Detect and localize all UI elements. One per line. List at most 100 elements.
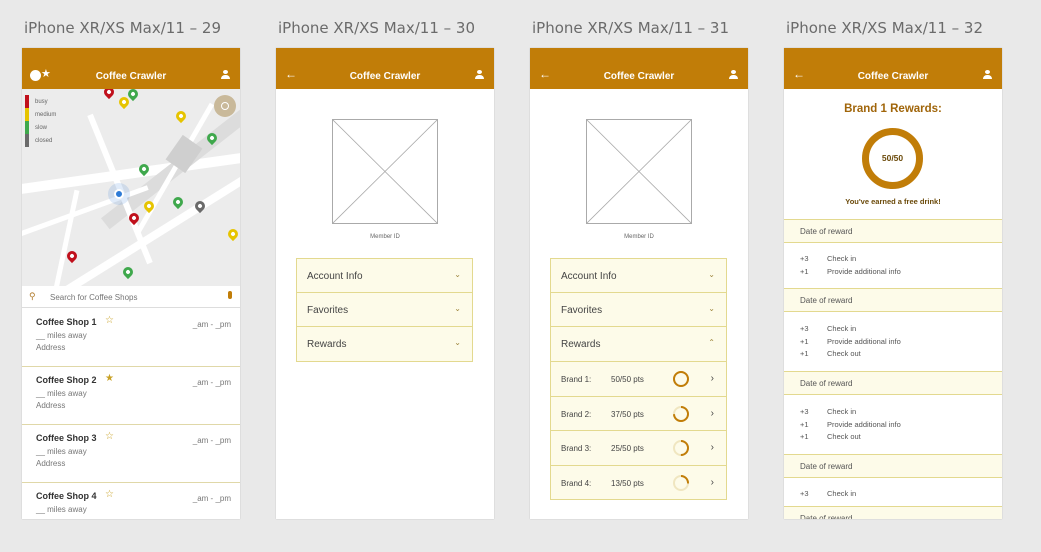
reward-entries: +3 Check in +1 Provide additional info +1 C… xyxy=(784,323,1002,361)
chevron-down-icon: ⌄ xyxy=(708,270,715,279)
shop-distance: __ miles away xyxy=(36,389,87,398)
app-title: Coffee Crawler xyxy=(349,71,421,82)
entry-points: +3 xyxy=(800,489,809,498)
legend-busy: busy xyxy=(35,98,48,105)
progress-ring xyxy=(673,405,689,422)
search-icon: ⚲ xyxy=(29,291,36,301)
shop-distance: __ miles away xyxy=(36,505,87,514)
progress-ring xyxy=(673,440,689,456)
user-icon[interactable] xyxy=(475,70,484,79)
entry-points: +3 xyxy=(800,254,809,263)
current-location-marker xyxy=(114,189,124,199)
entry-desc: Check in xyxy=(827,489,857,498)
entry-points: +1 xyxy=(800,349,809,358)
favorites-section[interactable]: Favorites ⌄ xyxy=(551,293,726,327)
shop-name: Coffee Shop 2 xyxy=(36,375,97,385)
legend-slow: slow xyxy=(35,124,48,131)
artboard-label-31: iPhone XR/XS Max/11 – 31 xyxy=(532,19,729,37)
user-icon[interactable] xyxy=(729,70,738,79)
reward-entry: +1 Check out xyxy=(784,431,1002,444)
star-outline-icon[interactable]: ☆ xyxy=(105,489,114,500)
shop-address: Address xyxy=(36,459,66,468)
rewards-title: Brand 1 Rewards: xyxy=(844,103,942,115)
brand-reward-row[interactable]: Brand 1: 50/50 pts › xyxy=(551,361,726,396)
user-icon[interactable] xyxy=(983,70,992,79)
chevron-down-icon: ⌄ xyxy=(454,304,461,313)
chevron-right-icon: › xyxy=(710,442,714,453)
app-title: Coffee Crawler xyxy=(857,71,929,82)
shop-distance: __ miles away xyxy=(36,447,87,456)
account-info-section[interactable]: Account Info ⌄ xyxy=(551,259,726,293)
section-label: Rewards xyxy=(561,339,601,350)
date-label: Date of reward xyxy=(800,296,853,305)
app-header: ← Coffee Crawler xyxy=(276,48,494,89)
section-label: Favorites xyxy=(561,305,603,316)
account-info-section[interactable]: Account Info ⌄ xyxy=(297,259,472,293)
map-pin-busy[interactable] xyxy=(64,248,80,264)
entry-points: +1 xyxy=(800,419,809,429)
entry-points: +1 xyxy=(800,336,809,346)
star-outline-icon[interactable]: ☆ xyxy=(105,315,114,326)
artboard-label-30: iPhone XR/XS Max/11 – 30 xyxy=(278,19,475,37)
map-pin-busy[interactable] xyxy=(101,89,117,100)
rewards-section[interactable]: Rewards ⌄ xyxy=(297,327,472,361)
profile-rewards-screen: ← Coffee Crawler Member ID Account Info ⌄… xyxy=(530,48,748,519)
shop-name: Coffee Shop 4 xyxy=(36,491,97,501)
ring-text: 50/50 xyxy=(881,153,904,163)
artboard-label-32: iPhone XR/XS Max/11 – 32 xyxy=(786,19,983,37)
brand-reward-row[interactable]: Brand 3: 25/50 pts › xyxy=(551,430,726,465)
section-label: Favorites xyxy=(307,305,349,316)
app-title: Coffee Crawler xyxy=(603,71,675,82)
brand-points: 25/50 pts xyxy=(611,444,644,453)
date-label: Date of reward xyxy=(800,379,853,388)
artboard-label-29: iPhone XR/XS Max/11 – 29 xyxy=(24,19,221,37)
map-pin-slow[interactable] xyxy=(120,264,136,280)
map-pin-medium[interactable] xyxy=(225,226,240,242)
earned-message: You've earned a free drink! xyxy=(845,197,941,206)
entry-desc: Provide additional info xyxy=(827,419,901,429)
entry-desc: Check in xyxy=(827,407,857,416)
map-pin-medium[interactable] xyxy=(173,108,189,124)
reward-entry: +1 Check out xyxy=(784,348,1002,361)
brand-reward-row[interactable]: Brand 4: 13/50 pts › xyxy=(551,464,726,500)
map-view[interactable]: busy medium slow closed xyxy=(22,89,240,286)
chevron-up-icon: ⌃ xyxy=(708,338,715,347)
chevron-right-icon: › xyxy=(710,373,714,384)
brand-label: Brand 1: xyxy=(561,375,592,384)
microphone-icon[interactable] xyxy=(228,291,232,299)
section-label: Account Info xyxy=(561,271,617,282)
favorites-section[interactable]: Favorites ⌄ xyxy=(297,293,472,327)
legend-closed: closed xyxy=(35,137,53,144)
shop-hours: _am - _pm xyxy=(192,320,231,329)
brand-label: Brand 4: xyxy=(561,478,592,488)
brand-label: Brand 3: xyxy=(561,444,592,453)
entry-points: +3 xyxy=(800,324,809,333)
entry-points: +1 xyxy=(800,432,809,441)
user-icon[interactable] xyxy=(221,70,230,79)
shop-hours: _am - _pm xyxy=(192,436,231,445)
list-item[interactable]: Coffee Shop 4 ☆ _am - _pm __ miles away xyxy=(22,483,240,519)
map-legend: busy medium slow closed xyxy=(25,95,56,147)
brand-points: 50/50 pts xyxy=(611,375,644,384)
rewards-progress-ring: 50/50 xyxy=(862,128,923,189)
map-pin-slow[interactable] xyxy=(170,194,186,210)
list-item[interactable]: Coffee Shop 3 ☆ _am - _pm __ miles away … xyxy=(22,425,240,483)
reward-entry: +1 Provide additional info xyxy=(784,419,1002,432)
brand-reward-row[interactable]: Brand 2: 37/50 pts › xyxy=(551,395,726,431)
date-row: Date of reward xyxy=(784,219,1002,243)
search-input[interactable] xyxy=(50,290,210,304)
reward-entry: +1 Provide additional info xyxy=(784,336,1002,349)
entry-points: +3 xyxy=(800,407,809,416)
star-outline-icon[interactable]: ☆ xyxy=(105,431,114,442)
profile-screen: ← Coffee Crawler Member ID Account Info ⌄… xyxy=(276,48,494,519)
chevron-down-icon: ⌄ xyxy=(454,270,461,279)
date-label: Date of reward xyxy=(800,227,853,236)
rewards-section[interactable]: Rewards ⌃ xyxy=(551,327,726,361)
star-filled-icon[interactable]: ★ xyxy=(105,373,114,384)
app-header: ← Coffee Crawler xyxy=(530,48,748,89)
shop-address: Address xyxy=(36,401,66,410)
locate-me-button[interactable] xyxy=(214,95,236,117)
list-item[interactable]: Coffee Shop 2 ★ _am - _pm __ miles away … xyxy=(22,367,240,425)
app-header: ← Coffee Crawler xyxy=(784,48,1002,89)
list-item[interactable]: Coffee Shop 1 ☆ _am - _pm __ miles away … xyxy=(22,309,240,367)
